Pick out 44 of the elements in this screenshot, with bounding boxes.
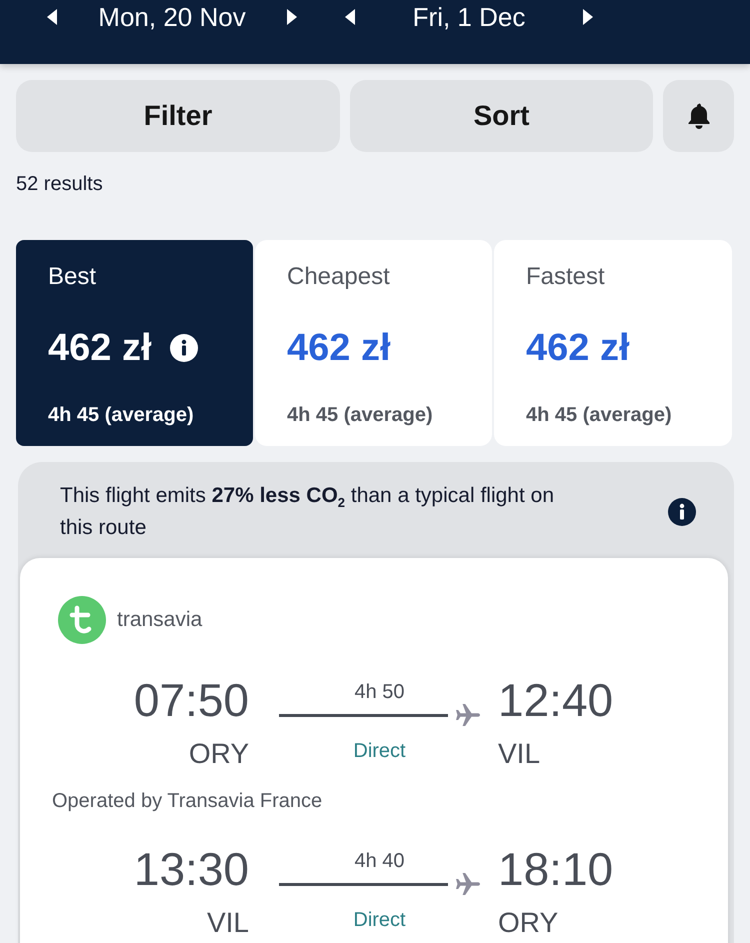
stops-label: Direct	[353, 909, 406, 932]
airline-name: transavia	[117, 608, 202, 632]
caret-left-icon	[345, 9, 355, 25]
results-count: 52 results	[16, 172, 104, 196]
tab-duration: 4h 45 (average)	[526, 404, 673, 427]
arrival-airport: VIL	[497, 737, 542, 771]
alert-button[interactable]	[663, 80, 734, 152]
tab-label: Cheapest	[287, 262, 391, 292]
arrival-time: 18:10	[497, 842, 614, 897]
airplane-icon	[456, 704, 480, 726]
airline-logo-icon	[58, 596, 106, 644]
filter-button[interactable]: Filter	[16, 80, 340, 152]
caret-right-icon	[287, 9, 297, 25]
tab-duration: 4h 45 (average)	[48, 404, 195, 427]
tab-duration: 4h 45 (average)	[287, 404, 434, 427]
tab-price: 462 zł	[48, 326, 152, 370]
date-label[interactable]: Mon, 20 Nov	[64, 2, 280, 32]
flight-duration: 4h 50	[354, 680, 405, 704]
departure-airport: ORY	[188, 737, 249, 771]
caret-right-icon	[583, 9, 593, 25]
airplane-icon	[456, 873, 480, 895]
emissions-notice: This flight emits 27% less CO$_{2}$ than a typical flight on this route	[60, 483, 555, 541]
departure-time: 07:50	[132, 673, 249, 728]
sort-tab[interactable]: Fastest 462 zł 4h 45 (average)	[494, 240, 732, 446]
departure-airport: VIL	[206, 906, 249, 940]
bell-icon	[686, 103, 710, 129]
sort-tab[interactable]: Best 462 zł 4h 45 (average)	[16, 240, 253, 446]
info-icon[interactable]	[668, 498, 696, 526]
departure-time: 13:30	[132, 842, 249, 897]
caret-left-icon	[47, 9, 57, 25]
arrival-time: 12:40	[497, 673, 614, 728]
sort-button[interactable]: Sort	[350, 80, 653, 152]
flight-duration: 4h 40	[354, 849, 405, 873]
operator-note: Operated by Transavia France	[52, 790, 324, 813]
tab-label: Fastest	[526, 262, 606, 292]
date-label[interactable]: Fri, 1 Dec	[362, 2, 576, 32]
arrival-airport: ORY	[497, 906, 560, 940]
info-icon[interactable]	[170, 334, 198, 362]
tab-price: 462 zł	[287, 326, 391, 370]
stops-label: Direct	[353, 740, 406, 763]
tab-price: 462 zł	[526, 326, 630, 370]
tab-label: Best	[48, 262, 98, 292]
flight-card[interactable]: transavia 07:50 4h 50 Direct 12:40 ORY VIL Operated by Transavia France 13:30 4h 40 Direct 18:10 VIL ORY	[20, 558, 728, 943]
sort-tab[interactable]: Cheapest 462 zł 4h 45 (average)	[255, 240, 492, 446]
